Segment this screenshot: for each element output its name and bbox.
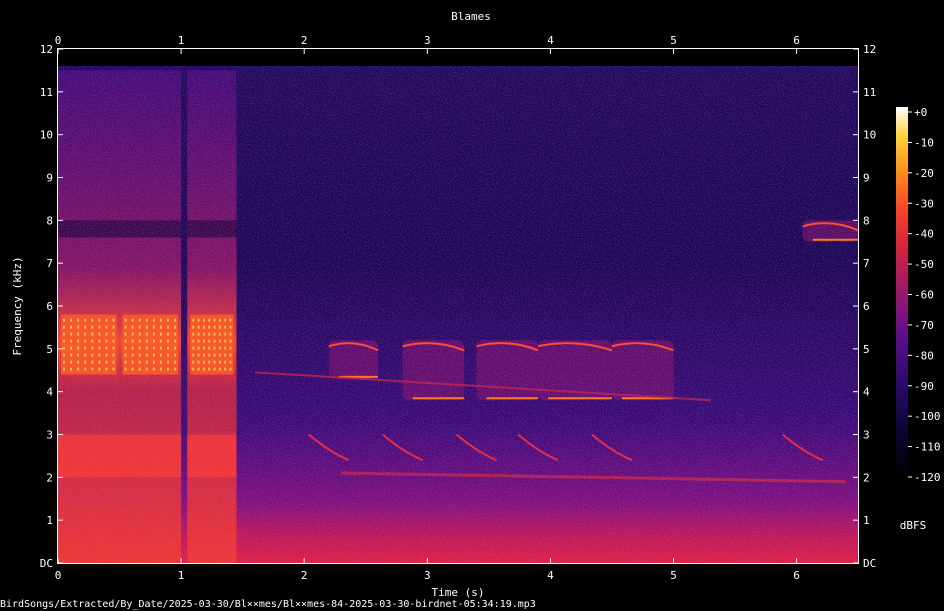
x-tick-label-bottom: 6 [793,569,800,582]
y-tick-label-right: 11 [863,86,876,99]
source-file-path: BirdSongs/Extracted/By_Date/2025-03-30/B… [0,599,536,610]
y-tick-label-left: 8 [46,214,53,227]
y-tick-label-left: 11 [40,86,53,99]
colorbar-tick-label: -90 [914,380,934,393]
x-tick-label-bottom: 5 [670,569,677,582]
y-tick-label-right: 12 [863,43,876,56]
y-tick-label-left: 3 [46,429,53,442]
colorbar-tick-label: -50 [914,258,934,271]
x-tick-label-top: 0 [55,34,62,47]
x-tick-label-top: 2 [301,34,308,47]
colorbar-tick-label: -80 [914,349,934,362]
x-tick-label-top: 1 [178,34,185,47]
y-tick-label-right: 7 [863,257,870,270]
x-tick-label-top: 4 [547,34,554,47]
y-tick-label-left: 4 [46,386,53,399]
x-tick-label-bottom: 0 [55,569,62,582]
x-tick-label-bottom: 4 [547,569,554,582]
colorbar-tick-label: -10 [914,136,934,149]
colorbar-tick-label: -20 [914,167,934,180]
colorbar-tick-label: -100 [914,410,941,423]
colorbar-label: dBFS [900,519,927,532]
y-tick-label-right: 5 [863,343,870,356]
x-tick-label-top: 5 [670,34,677,47]
colorbar-ticks: +0 -10 -20 -30 -40 -50 -60 -70 -80 -90 -100 -110 -12… [908,106,941,484]
colorbar: +0 -10 -20 -30 -40 -50 -60 -70 -80 -90 -100 -110 -12… [896,106,941,532]
noise-texture [58,66,858,563]
y-tick-label-right: 6 [863,300,870,313]
colorbar-tick-label: -40 [914,228,934,241]
y-tick-label-left: 1 [46,514,53,527]
spectrogram-chart: Blames 00112233445566DC DC1 12 23 34 45 56 67 78… [11,10,941,599]
chart-title: Blames [451,10,491,23]
y-tick-label-left: 2 [46,471,53,484]
y-tick-label-left: 6 [46,300,53,313]
y-tick-label-right: 9 [863,172,870,185]
y-tick-label-right: 10 [863,129,876,142]
colorbar-tick-label: -30 [914,197,934,210]
y-tick-label-right: 4 [863,386,870,399]
x-tick-label-bottom: 3 [424,569,431,582]
y-tick-label-right: 8 [863,214,870,227]
colorbar-tick-label: -60 [914,289,934,302]
y-tick-label-left: 9 [46,172,53,185]
plot-area [58,49,858,563]
x-tick-label-bottom: 1 [178,569,185,582]
x-tick-label-top: 6 [793,34,800,47]
x-tick-label-top: 3 [424,34,431,47]
y-tick-label-left: 5 [46,343,53,356]
colorbar-tick-label: -70 [914,319,934,332]
y-tick-label-left: 7 [46,257,53,270]
colorbar-gradient [896,107,908,477]
y-tick-label-right: 1 [863,514,870,527]
y-tick-label-left: 12 [40,43,53,56]
y-tick-label-right: DC [863,557,876,570]
x-tick-label-bottom: 2 [301,569,308,582]
x-axis-label: Time (s) [432,586,485,599]
colorbar-tick-label: -110 [914,441,941,454]
y-tick-label-left: 10 [40,129,53,142]
colorbar-tick-label: +0 [914,106,927,119]
y-axis-label: Frequency (kHz) [11,256,24,355]
y-tick-label-right: 3 [863,429,870,442]
y-tick-label-right: 2 [863,471,870,484]
y-tick-label-left: DC [40,557,53,570]
colorbar-tick-label: -120 [914,471,941,484]
